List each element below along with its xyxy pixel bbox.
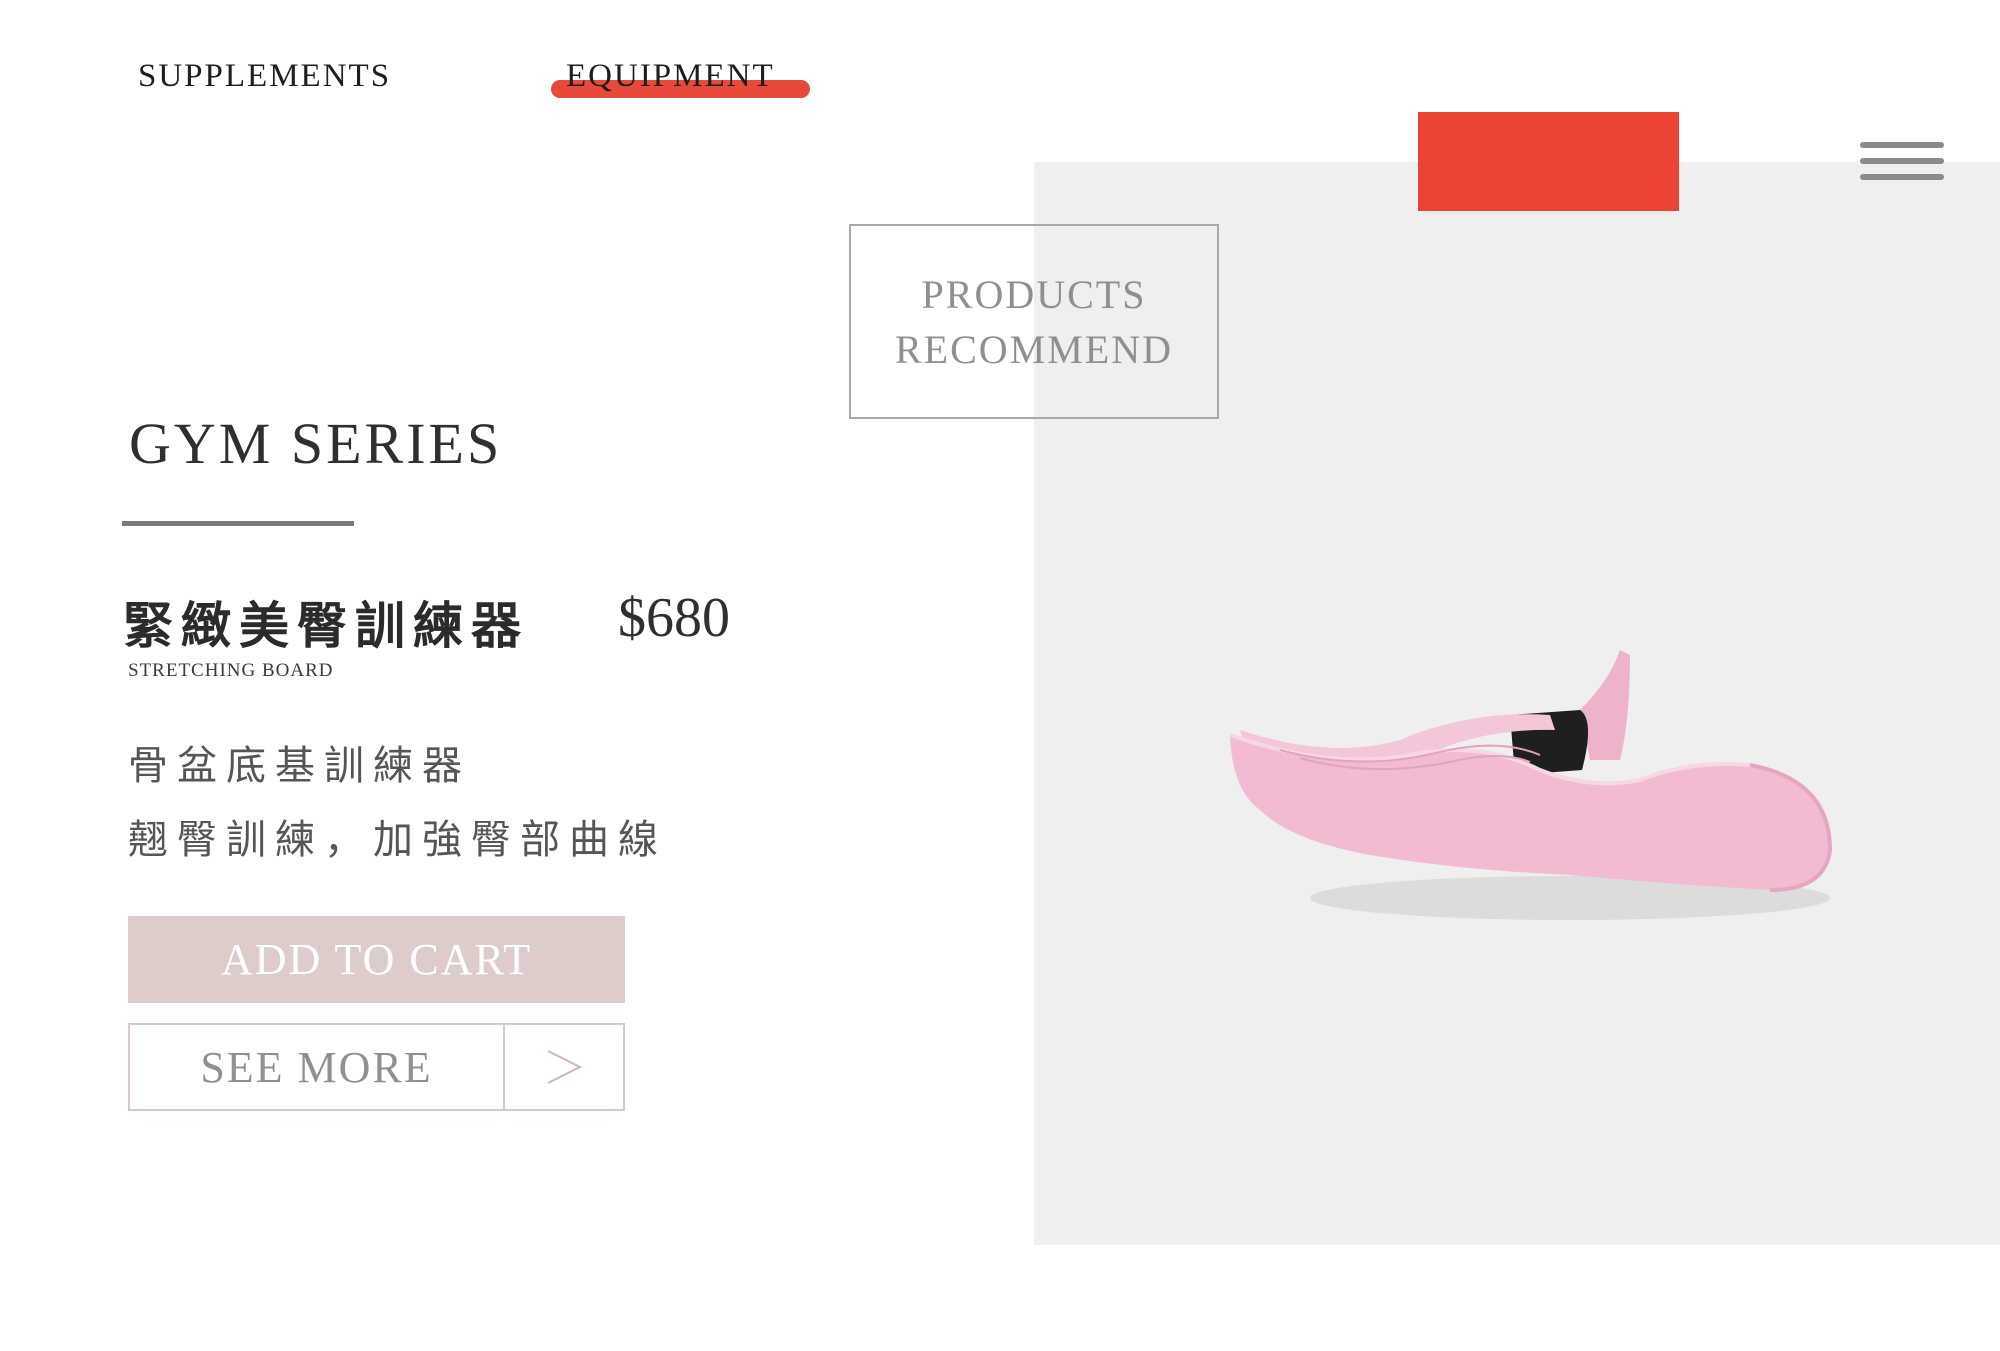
product-subtitle: STRETCHING BOARD: [128, 660, 334, 681]
chevron-right-icon[interactable]: [505, 1025, 623, 1109]
series-divider: [122, 521, 354, 526]
see-more-label: SEE MORE: [200, 1042, 433, 1092]
nav-supplements[interactable]: SUPPLEMENTS: [138, 58, 391, 95]
hamburger-menu-icon[interactable]: [1860, 142, 1944, 182]
recommend-line-2: RECOMMEND: [894, 326, 1174, 372]
add-to-cart-button[interactable]: ADD TO CART: [128, 916, 625, 1003]
product-description-line-1: 骨盆底基訓練器: [128, 743, 471, 789]
product-name: 緊緻美臀訓練器: [123, 596, 529, 655]
series-title: GYM SERIES: [129, 411, 503, 476]
products-recommend-box[interactable]: PRODUCTS RECOMMEND: [849, 224, 1219, 419]
accent-block: [1418, 112, 1679, 211]
see-more-button[interactable]: SEE MORE: [128, 1023, 625, 1111]
pink-hip-trainer-image: [1229, 650, 1833, 920]
product-description-line-2: 翹臀訓練，加強臀部曲線: [128, 817, 667, 863]
nav-equipment[interactable]: EQUIPMENT: [566, 58, 775, 95]
product-price: $680: [618, 587, 730, 649]
recommend-line-1: PRODUCTS: [921, 271, 1147, 317]
